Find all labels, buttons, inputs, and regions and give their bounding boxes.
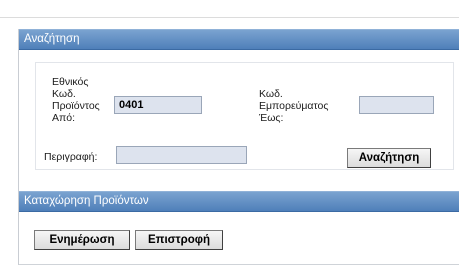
description-label: Περιγραφή:: [44, 151, 98, 163]
page-frame: Αναζήτηση Εθνικός Κωδ. Προϊόντος Από: Κω…: [18, 29, 459, 265]
top-strip: [0, 0, 459, 18]
national-code-from-field[interactable]: [114, 96, 202, 114]
update-button[interactable]: Ενημέρωση: [34, 230, 130, 250]
trade-code-to-field[interactable]: [359, 96, 434, 114]
back-button[interactable]: Επιστροφή: [135, 230, 223, 250]
search-panel-header: Αναζήτηση: [19, 29, 459, 50]
registration-panel-title: Καταχώρηση Προϊόντων: [24, 195, 149, 207]
search-button[interactable]: Αναζήτηση: [347, 148, 431, 168]
trade-code-label: Κωδ. Εμπορεύματος Έως:: [259, 88, 329, 124]
national-code-label: Εθνικός Κωδ. Προϊόντος Από:: [52, 76, 100, 124]
description-field[interactable]: [116, 146, 247, 164]
registration-panel-header: Καταχώρηση Προϊόντων: [19, 191, 459, 212]
search-panel-title: Αναζήτηση: [24, 33, 80, 45]
bottom-divider: [19, 264, 459, 265]
